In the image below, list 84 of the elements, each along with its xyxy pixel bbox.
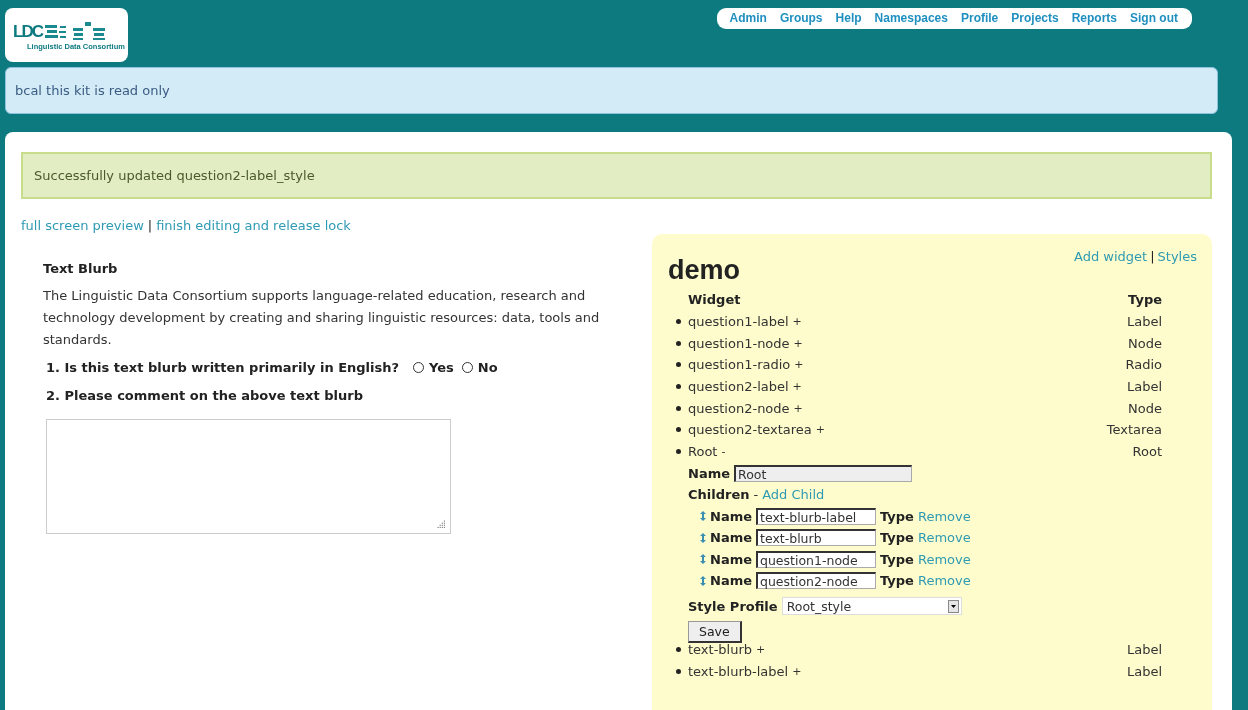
blurb-heading: Text Blurb <box>43 261 119 276</box>
separator: - <box>753 487 759 503</box>
expand-toggle[interactable]: + <box>792 315 802 329</box>
widget-name[interactable]: Root <box>688 444 718 460</box>
bullet-icon <box>676 319 681 325</box>
widget-type: Label <box>1126 314 1162 330</box>
column-header: Type <box>1128 292 1162 308</box>
blurb-text: The Linguistic Data Consortium supports language-related education, research and technology development by creating and sharing linguistic resources: data, tools and standards. <box>43 287 601 349</box>
widget-type: Textarea <box>1106 422 1162 438</box>
field-label: Type <box>880 573 914 589</box>
widget-type: Label <box>1126 379 1162 395</box>
caret-icon <box>947 599 959 613</box>
bullet-icon <box>676 405 681 411</box>
question-label: 1. Is this text blurb written primarily in English? <box>46 360 400 375</box>
field-label: Name <box>710 508 752 524</box>
field-label: Name <box>710 573 752 589</box>
widget-type: Node <box>1128 335 1162 351</box>
widget-type: Root <box>1132 444 1162 460</box>
nav-link[interactable]: Projects <box>1011 11 1059 25</box>
expand-toggle[interactable]: + <box>794 358 804 372</box>
drag-handle-icon[interactable] <box>700 554 706 565</box>
widget-name[interactable]: question1-label <box>688 314 789 330</box>
notice-text: bcal this kit is read only <box>15 83 170 98</box>
drag-handle-icon[interactable] <box>700 532 706 543</box>
bullet-icon <box>676 449 681 455</box>
widget-name[interactable]: question1-radio <box>688 357 791 373</box>
style-profile-select[interactable]: Root_style <box>781 597 962 616</box>
bullet-icon <box>676 384 681 390</box>
name-field[interactable]: Root <box>734 464 912 482</box>
expand-toggle[interactable]: + <box>756 642 766 656</box>
nav-link[interactable]: Profile <box>960 11 999 25</box>
bullet-icon <box>676 362 681 368</box>
child-name-field[interactable]: text-blurb <box>756 529 876 547</box>
child-name-field[interactable]: question2-node <box>756 572 876 590</box>
widget-name[interactable]: question1-node <box>688 335 790 351</box>
widget-name[interactable]: question2-textarea <box>688 422 812 438</box>
separator: | <box>1150 249 1155 264</box>
expand-toggle[interactable]: + <box>793 401 803 415</box>
bullet-icon <box>676 646 681 652</box>
nav-link[interactable]: Help <box>835 11 862 25</box>
nav-link[interactable]: Namespaces <box>874 11 948 25</box>
widget-name[interactable]: text-blurb <box>688 641 753 657</box>
field-label: Style Profile <box>688 598 778 614</box>
drag-handle-icon[interactable] <box>700 511 706 522</box>
expand-toggle[interactable]: + <box>815 423 825 437</box>
widget-name[interactable]: question2-label <box>688 379 789 395</box>
children-label: Children <box>688 487 750 503</box>
radio-label: No <box>477 360 498 375</box>
bullet-icon <box>676 340 681 346</box>
kit-title: demo <box>668 255 740 286</box>
widget-name[interactable]: text-blurb-label <box>688 663 789 679</box>
logo-glyphs-icon <box>44 22 107 42</box>
question-label: 2. Please comment on the above text blurb <box>46 388 364 403</box>
resize-grip-icon[interactable] <box>437 520 446 529</box>
nav-link[interactable]: Reports <box>1071 11 1117 25</box>
field-label: Name <box>710 530 752 546</box>
expand-toggle[interactable]: + <box>793 336 803 350</box>
column-header: Widget <box>688 292 741 308</box>
nav-link[interactable]: Admin <box>729 11 767 25</box>
expand-toggle[interactable]: - <box>721 445 726 459</box>
child-name-field[interactable]: question1-node <box>756 550 876 568</box>
child-name-field[interactable]: text-blurb-label <box>756 507 876 525</box>
field-label: Name <box>688 465 730 481</box>
bullet-icon <box>676 668 681 674</box>
logo-mark: LDC <box>13 22 42 42</box>
widget-type: Label <box>1126 663 1162 679</box>
separator: | <box>147 218 153 233</box>
field-label: Type <box>880 508 914 524</box>
flash-text: Successfully updated question2-label_style <box>34 168 315 183</box>
widget-name[interactable]: question2-node <box>688 400 790 416</box>
expand-toggle[interactable]: + <box>792 664 802 678</box>
nav-link[interactable]: Sign out <box>1130 11 1178 25</box>
expand-toggle[interactable]: + <box>792 380 802 394</box>
widget-type: Label <box>1126 641 1162 657</box>
widget-type: Node <box>1128 400 1162 416</box>
field-label: Name <box>710 551 752 567</box>
save-button[interactable]: Save <box>688 620 742 643</box>
drag-handle-icon[interactable] <box>700 575 706 586</box>
field-label: Type <box>880 530 914 546</box>
radio-label: Yes <box>429 360 454 375</box>
bullet-icon <box>676 427 681 433</box>
widget-type: Radio <box>1125 357 1162 373</box>
nav-link[interactable]: Groups <box>779 11 823 25</box>
field-label: Type <box>880 551 914 567</box>
